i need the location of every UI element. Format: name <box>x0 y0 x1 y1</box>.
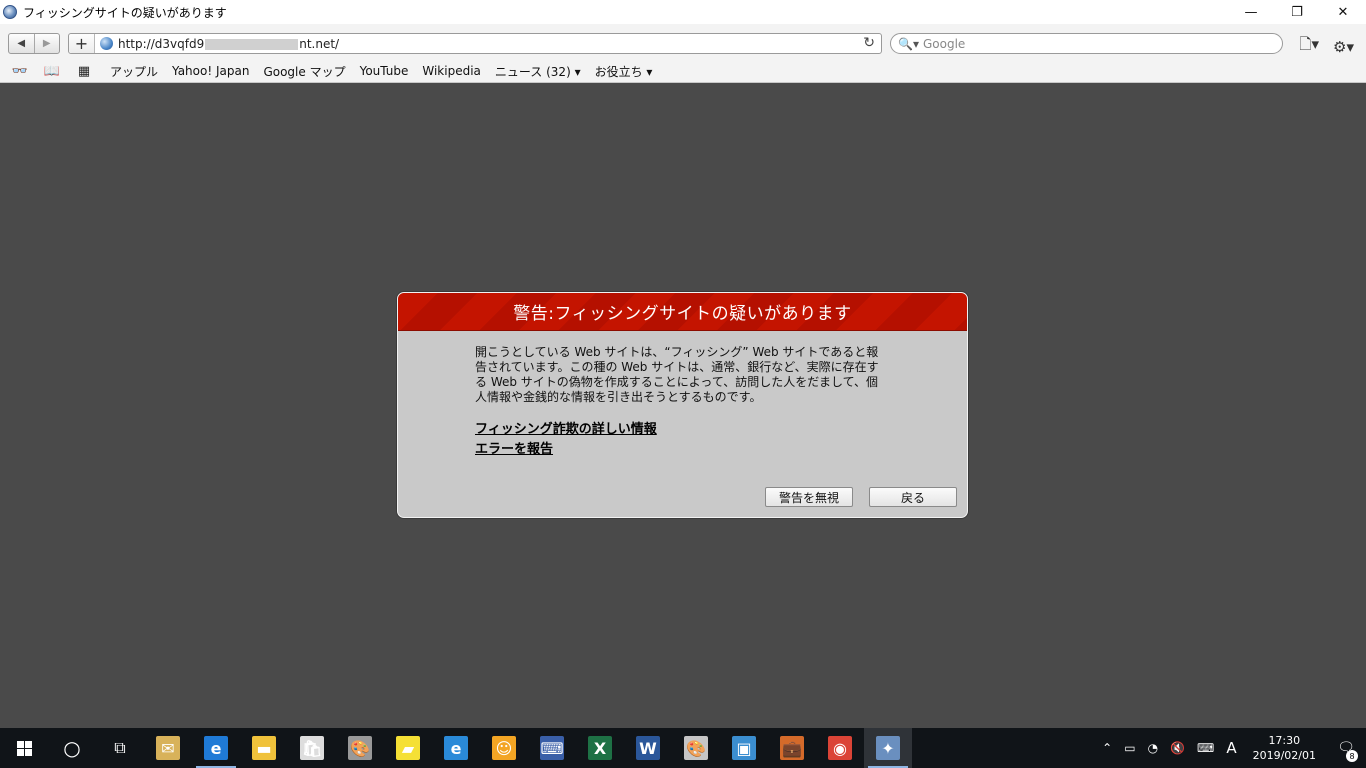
search-taskbar-button[interactable]: ○ <box>48 728 96 768</box>
clock-date: 2019/02/01 <box>1252 749 1316 762</box>
briefcase-icon: 💼 <box>780 736 804 760</box>
taskbar-app-app-blue[interactable]: ▣ <box>720 728 768 768</box>
search-input[interactable] <box>922 36 1263 51</box>
ignore-warning-button[interactable]: 警告を無視 <box>765 487 853 507</box>
phishing-info-link[interactable]: フィッシング詐欺の詳しい情報 <box>475 420 657 440</box>
start-button[interactable] <box>0 728 48 768</box>
dialog-header: 警告:フィッシングサイトの疑いがあります <box>398 293 967 331</box>
bookmark-yahoo-japan[interactable]: Yahoo! Japan <box>172 64 249 78</box>
globe-icon <box>100 37 113 50</box>
url-redaction <box>205 38 299 50</box>
taskbar-app-file-explorer[interactable]: ▬ <box>240 728 288 768</box>
top-sites-grid-icon[interactable]: ▦ <box>72 64 96 79</box>
safari-icon: ✦ <box>876 736 900 760</box>
paint-palette-icon: 🎨 <box>684 736 708 760</box>
paint-icon: 🎨 <box>348 736 372 760</box>
minimize-button[interactable]: — <box>1228 0 1274 24</box>
taskbar-app-app-orange[interactable]: ☺ <box>480 728 528 768</box>
forward-button[interactable]: ▶ <box>33 34 60 53</box>
dialog-title: 警告:フィッシングサイトの疑いがあります <box>513 304 852 324</box>
bookmark-youtube[interactable]: YouTube <box>360 64 409 78</box>
wifi-icon[interactable]: ◔ <box>1148 741 1158 755</box>
task-view-button[interactable]: ⧉ <box>96 728 144 768</box>
taskbar-app-edge[interactable]: e <box>192 728 240 768</box>
taskbar: ○ ⧉ ✉ e ▬ 🛍 🎨 ▰ e ☺ ⌨ X W 🎨 ▣ 💼 ◉ ✦ ⌃ ▭ ◔ 🔇 ⌨ A 17:30 2… <box>0 728 1366 768</box>
taskbar-apps: ✉ e ▬ 🛍 🎨 ▰ e ☺ ⌨ X W 🎨 ▣ 💼 ◉ ✦ <box>144 728 912 768</box>
clock-time: 17:30 <box>1268 734 1301 747</box>
action-center-button[interactable]: 🗨 8 <box>1326 728 1366 768</box>
notification-count-badge: 8 <box>1346 750 1358 762</box>
taskbar-app-briefcase[interactable]: 💼 <box>768 728 816 768</box>
word-icon: W <box>636 736 660 760</box>
phishing-warning-dialog: 警告:フィッシングサイトの疑いがあります 開こうとしている Web サイトは、“… <box>397 292 968 518</box>
new-tab-button[interactable]: + <box>69 34 95 53</box>
title-bar: フィッシングサイトの疑いがあります — ❐ ✕ <box>0 0 1366 24</box>
edge-icon: e <box>204 736 228 760</box>
show-hidden-icons-icon[interactable]: ⌃ <box>1102 741 1112 755</box>
dialog-message: 開こうとしている Web サイトは、“フィッシング” Web サイトであると報告… <box>475 345 879 404</box>
taskbar-app-chrome[interactable]: ◉ <box>816 728 864 768</box>
app-orange-icon: ☺ <box>492 736 516 760</box>
ime-indicator[interactable]: A <box>1226 739 1236 757</box>
clock[interactable]: 17:30 2019/02/01 <box>1253 733 1316 763</box>
windows-logo-icon <box>16 740 32 756</box>
bookmark-apple[interactable]: アップル <box>110 63 158 80</box>
taskbar-app-paint[interactable]: 🎨 <box>336 728 384 768</box>
dialog-links: フィッシング詐欺の詳しい情報 エラーを報告 <box>475 420 657 460</box>
taskbar-app-app-keyboard[interactable]: ⌨ <box>528 728 576 768</box>
report-error-link[interactable]: エラーを報告 <box>475 440 657 460</box>
nav-buttons: ◀ ▶ <box>8 33 60 54</box>
system-tray: ⌃ ▭ ◔ 🔇 ⌨ A 17:30 2019/02/01 🗨 8 <box>1096 728 1366 768</box>
back-button[interactable]: ◀ <box>9 34 34 53</box>
settings-gear-icon[interactable]: ⚙▾ <box>1333 38 1354 56</box>
taskbar-app-store[interactable]: 🛍 <box>288 728 336 768</box>
chrome-icon: ◉ <box>828 736 852 760</box>
volume-muted-icon[interactable]: 🔇 <box>1170 741 1185 755</box>
page-menu-icon[interactable]: 🗋▾ <box>1299 34 1319 59</box>
taskbar-app-word[interactable]: W <box>624 728 672 768</box>
search-icon[interactable]: 🔍▾ <box>898 37 919 51</box>
taskbar-app-safari[interactable]: ✦ <box>864 728 912 768</box>
window-title: フィッシングサイトの疑いがあります <box>23 5 227 20</box>
reading-list-icon[interactable]: 👓 <box>8 64 32 79</box>
url-prefix: http://d3vqfd9 <box>118 36 205 51</box>
bookmark-useful-folder[interactable]: お役立ち ▾ <box>595 63 653 80</box>
excel-icon: X <box>588 736 612 760</box>
reload-icon[interactable]: ↻ <box>863 35 875 51</box>
bookmark-google-maps[interactable]: Google マップ <box>263 63 345 80</box>
url-suffix: nt.net/ <box>299 36 340 51</box>
close-button[interactable]: ✕ <box>1320 0 1366 24</box>
url-text[interactable]: http://d3vqfd9 nt.net/ <box>118 37 339 51</box>
app-keyboard-icon: ⌨ <box>540 736 564 760</box>
browser-toolbar: ◀ ▶ + http://d3vqfd9 nt.net/ ↻ 🔍▾ 🗋▾ ⚙▾ <box>0 24 1366 60</box>
taskbar-app-paint-palette[interactable]: 🎨 <box>672 728 720 768</box>
cortana-search-icon: ○ <box>63 736 81 760</box>
window-controls: — ❐ ✕ <box>1228 0 1366 24</box>
mail-app-icon: ✉ <box>156 736 180 760</box>
app-blue-icon: ▣ <box>732 736 756 760</box>
task-view-icon: ⧉ <box>114 738 126 757</box>
toolbar-right: 🗋▾ ⚙▾ <box>1299 34 1354 59</box>
restore-button[interactable]: ❐ <box>1274 0 1320 24</box>
file-explorer-icon: ▬ <box>252 736 276 760</box>
address-bar[interactable]: + http://d3vqfd9 nt.net/ ↻ <box>68 33 882 54</box>
taskbar-app-excel[interactable]: X <box>576 728 624 768</box>
taskbar-app-mail-app[interactable]: ✉ <box>144 728 192 768</box>
search-bar[interactable]: 🔍▾ <box>890 33 1283 54</box>
touch-keyboard-icon[interactable]: ⌨ <box>1197 741 1214 755</box>
battery-icon[interactable]: ▭ <box>1124 741 1135 755</box>
go-back-button[interactable]: 戻る <box>869 487 957 507</box>
taskbar-app-internet-explorer[interactable]: e <box>432 728 480 768</box>
internet-explorer-icon: e <box>444 736 468 760</box>
bookmark-news-folder[interactable]: ニュース (32) ▾ <box>495 63 581 80</box>
bookmarks-book-icon[interactable]: 📖 <box>40 64 64 79</box>
store-icon: 🛍 <box>300 736 324 760</box>
bookmark-wikipedia[interactable]: Wikipedia <box>422 64 481 78</box>
taskbar-app-sticky-notes[interactable]: ▰ <box>384 728 432 768</box>
safari-app-icon <box>3 5 17 19</box>
bookmarks-bar: 👓 📖 ▦ アップル Yahoo! Japan Google マップ YouTu… <box>0 60 1366 83</box>
sticky-notes-icon: ▰ <box>396 736 420 760</box>
